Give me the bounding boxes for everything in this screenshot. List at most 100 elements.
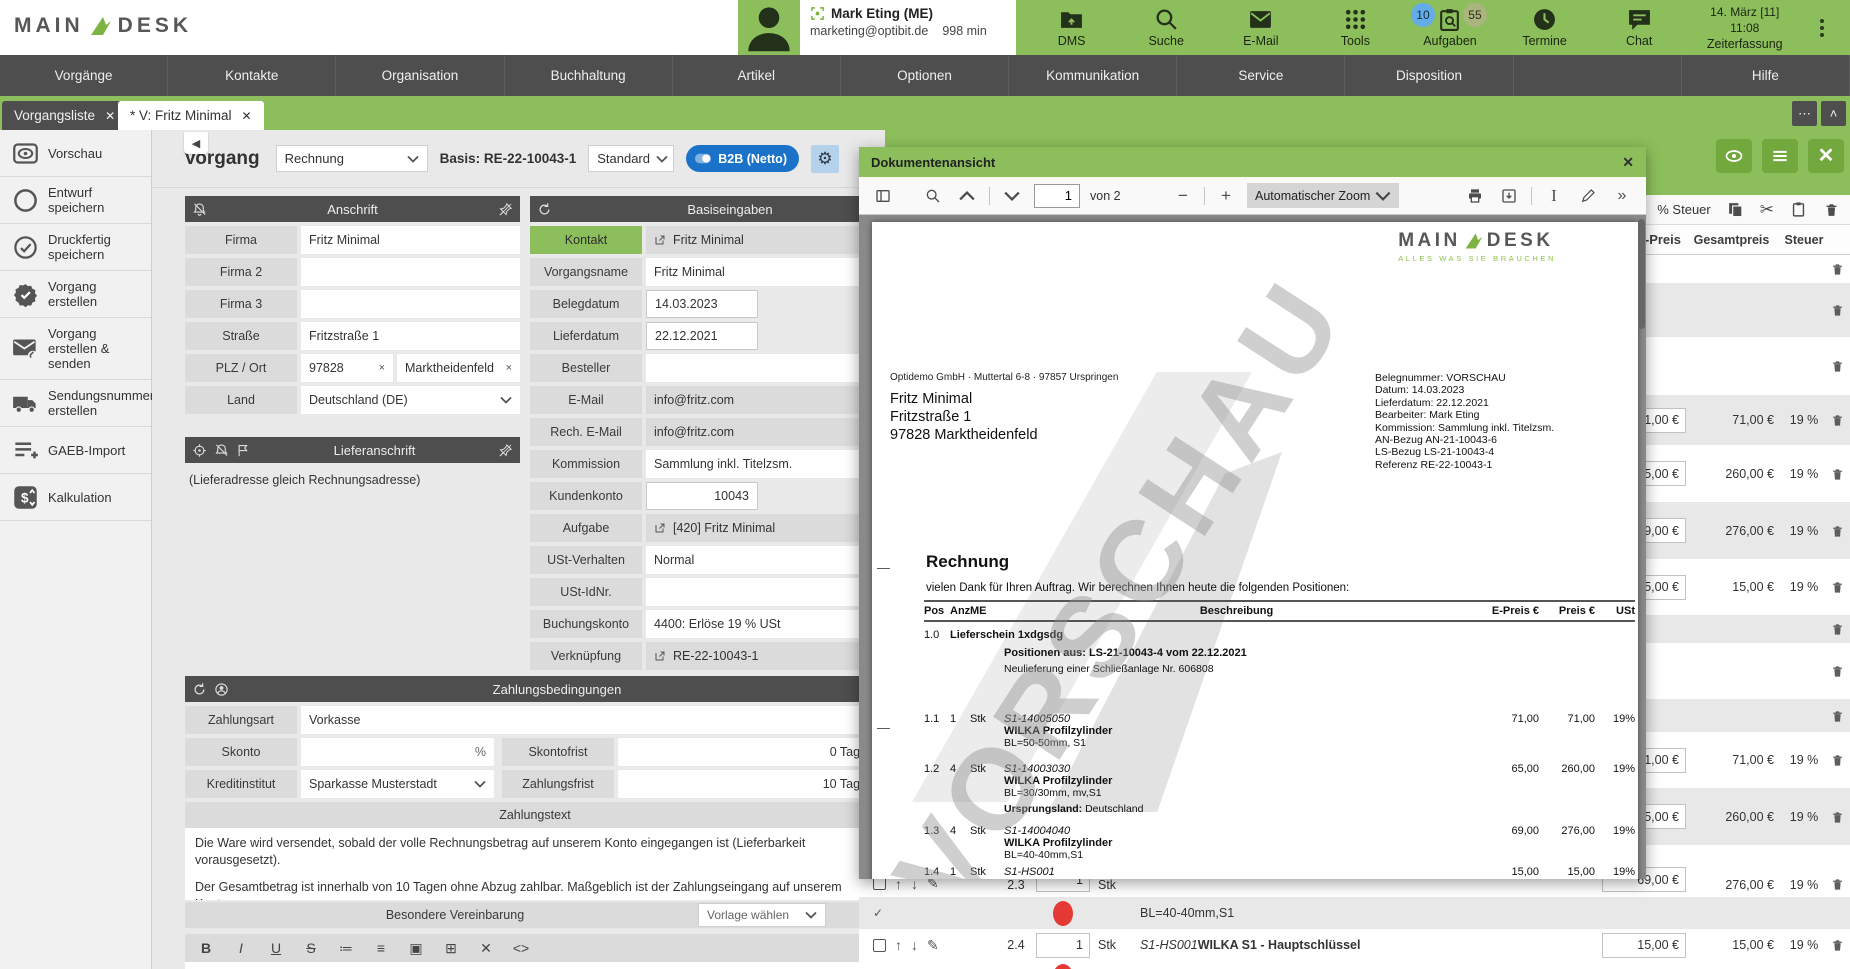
row-delete-button[interactable] [1824, 466, 1850, 482]
sidebar-item-kalkulation[interactable]: $ Kalkulation [0, 474, 151, 521]
numbered-list-button[interactable]: ≡ [372, 940, 390, 956]
dialog-close-button[interactable]: ✕ [1622, 154, 1634, 171]
nav-item-artikel[interactable]: Artikel [673, 55, 841, 96]
qty-input[interactable]: 1 [1036, 932, 1090, 958]
skonto-input[interactable]: % [301, 738, 494, 766]
steuer-button[interactable]: % Steuer [1657, 202, 1710, 217]
preview-button[interactable] [1716, 139, 1752, 173]
land-select[interactable]: Deutschland (DE) [301, 386, 520, 414]
firma2-input[interactable] [301, 258, 520, 286]
row-checkbox[interactable] [873, 938, 886, 952]
lieferdatum-input[interactable]: 22.12.2021 [646, 322, 758, 350]
tab-overflow-button[interactable]: ⋯ [1792, 101, 1817, 126]
sidebar-item-entwurf-speichern[interactable]: Entwurf speichern [0, 177, 151, 224]
download-button[interactable] [1497, 183, 1521, 209]
draw-tool-button[interactable] [1576, 183, 1600, 209]
menu-item-tools[interactable]: Tools [1312, 7, 1398, 48]
dialog-titlebar[interactable]: Dokumentenansicht ✕ [859, 147, 1646, 177]
row-delete-button[interactable] [1824, 621, 1850, 637]
nav-item-disposition[interactable]: Disposition [1345, 55, 1514, 96]
italic-button[interactable]: I [232, 940, 250, 956]
collapse-panel-button[interactable]: ◀ [184, 132, 208, 154]
sidebar-item-sendungsnummer[interactable]: Sendungsnummer erstellen [0, 380, 154, 427]
viewer-scrollbar[interactable] [1638, 219, 1645, 329]
menu-item-suche[interactable]: Suche [1123, 7, 1209, 48]
person-circle-icon[interactable] [214, 682, 229, 697]
zahlungsfrist-input[interactable]: 10 Tage [618, 770, 885, 798]
bold-button[interactable]: B [197, 940, 215, 956]
tab-vorgangsliste[interactable]: Vorgangsliste ✕ [2, 101, 128, 130]
nav-item-optionen[interactable]: Optionen [841, 55, 1010, 96]
nav-item-kontakte[interactable]: Kontakte [168, 55, 337, 96]
menu-item-dms[interactable]: DMS [1029, 7, 1115, 48]
row-delete-button[interactable] [1824, 937, 1850, 953]
skontofrist-input[interactable]: 0 Tage [618, 738, 885, 766]
nav-item-vorgaenge[interactable]: Vorgänge [0, 55, 169, 96]
zoom-out-button[interactable]: − [1172, 186, 1194, 206]
cut-button[interactable]: ✂ [1760, 200, 1774, 220]
plz-input[interactable]: 97828 × [301, 354, 393, 382]
insert-table-button[interactable]: ⊞ [442, 940, 460, 957]
move-up-icon[interactable]: ↑ [895, 937, 902, 953]
check-icon[interactable]: ✓ [873, 906, 883, 920]
row-delete-button[interactable] [1824, 663, 1850, 679]
sidebar-item-druckfertig-speichern[interactable]: Druckfertig speichern [0, 224, 151, 271]
tab-scroll-button[interactable]: ˄ [1821, 101, 1846, 126]
tab-fritz-minimal[interactable]: * V: Fritz Minimal ✕ [118, 101, 264, 130]
strasse-input[interactable]: Fritzstraße 1 [301, 322, 520, 350]
row-delete-button[interactable] [1824, 579, 1850, 595]
kundenkonto-input[interactable]: 10043 [646, 482, 758, 510]
pdf-viewer[interactable]: MAIN DESK ALLES WAS SIE BRAUCHEN Optidem… [859, 215, 1646, 879]
vorlage-waehlen-select[interactable]: Vorlage wählen [698, 903, 826, 927]
zoom-level-select[interactable]: Automatischer Zoom [1247, 183, 1400, 208]
underline-button[interactable]: U [267, 940, 285, 956]
menu-button[interactable] [1762, 139, 1798, 173]
delete-button[interactable] [1823, 201, 1840, 218]
external-link-icon[interactable] [654, 234, 666, 246]
nav-item-kommunikation[interactable]: Kommunikation [1009, 55, 1178, 96]
nav-item-buchhaltung[interactable]: Buchhaltung [505, 55, 673, 96]
menu-item-aufgaben[interactable]: 10 55 Aufgaben [1407, 3, 1493, 48]
belegdatum-input[interactable]: 14.03.2023 [646, 290, 758, 318]
b2b-netto-toggle[interactable]: B2B (Netto) [686, 145, 799, 172]
copy-button[interactable] [1727, 201, 1744, 218]
next-page-button[interactable] [1000, 183, 1024, 209]
firma-input[interactable]: Fritz Minimal [301, 226, 520, 254]
eprice-input[interactable]: 15,00 € [1602, 932, 1686, 958]
ort-input[interactable]: Marktheidenfeld × [397, 354, 520, 382]
zahlungsart-input[interactable]: Vorkasse [301, 706, 885, 734]
menu-item-chat[interactable]: Chat [1596, 7, 1682, 48]
close-icon[interactable]: ✕ [105, 109, 115, 123]
row-delete-button[interactable] [1824, 261, 1850, 277]
vorlage-select[interactable]: Standard [588, 145, 675, 172]
move-down-icon[interactable]: ↓ [911, 937, 918, 953]
close-view-button[interactable]: ✕ [1808, 139, 1844, 173]
nav-item-service[interactable]: Service [1177, 55, 1346, 96]
header-overflow-menu[interactable] [1807, 18, 1837, 37]
text-select-tool-button[interactable]: I [1542, 183, 1566, 209]
pdf-search-button[interactable] [921, 183, 945, 209]
nav-item-hilfe[interactable]: Hilfe [1682, 55, 1850, 96]
strikethrough-button[interactable]: S [302, 940, 320, 956]
unpin-icon[interactable] [498, 202, 513, 217]
row-delete-button[interactable] [1824, 523, 1850, 539]
print-button[interactable] [1463, 183, 1487, 209]
vorgang-typ-select[interactable]: Rechnung [275, 145, 428, 172]
menu-item-termine[interactable]: Termine [1502, 7, 1588, 48]
sidebar-item-vorschau[interactable]: Vorschau [0, 130, 151, 177]
sidebar-toggle-button[interactable] [871, 183, 895, 209]
zahlungstext-editor[interactable]: Die Ware wird versendet, sobald der voll… [185, 828, 885, 900]
edit-pencil-icon[interactable]: ✎ [927, 937, 939, 954]
refresh-icon[interactable] [537, 202, 552, 217]
code-button[interactable]: <> [512, 940, 530, 956]
clear-icon[interactable]: × [506, 362, 512, 374]
sidebar-item-vorgang-erstellen-senden[interactable]: Vorgang erstellen & senden [0, 318, 151, 380]
menu-item-email[interactable]: E-Mail [1218, 7, 1304, 48]
row-delete-button[interactable] [1824, 809, 1850, 825]
refresh-icon[interactable] [192, 682, 207, 697]
clear-icon[interactable]: × [379, 362, 385, 374]
vereinbarung-editor[interactable] [185, 962, 885, 969]
previous-page-button[interactable] [955, 183, 979, 209]
row-delete-button[interactable] [1824, 302, 1850, 318]
more-tools-button[interactable]: » [1610, 183, 1634, 209]
